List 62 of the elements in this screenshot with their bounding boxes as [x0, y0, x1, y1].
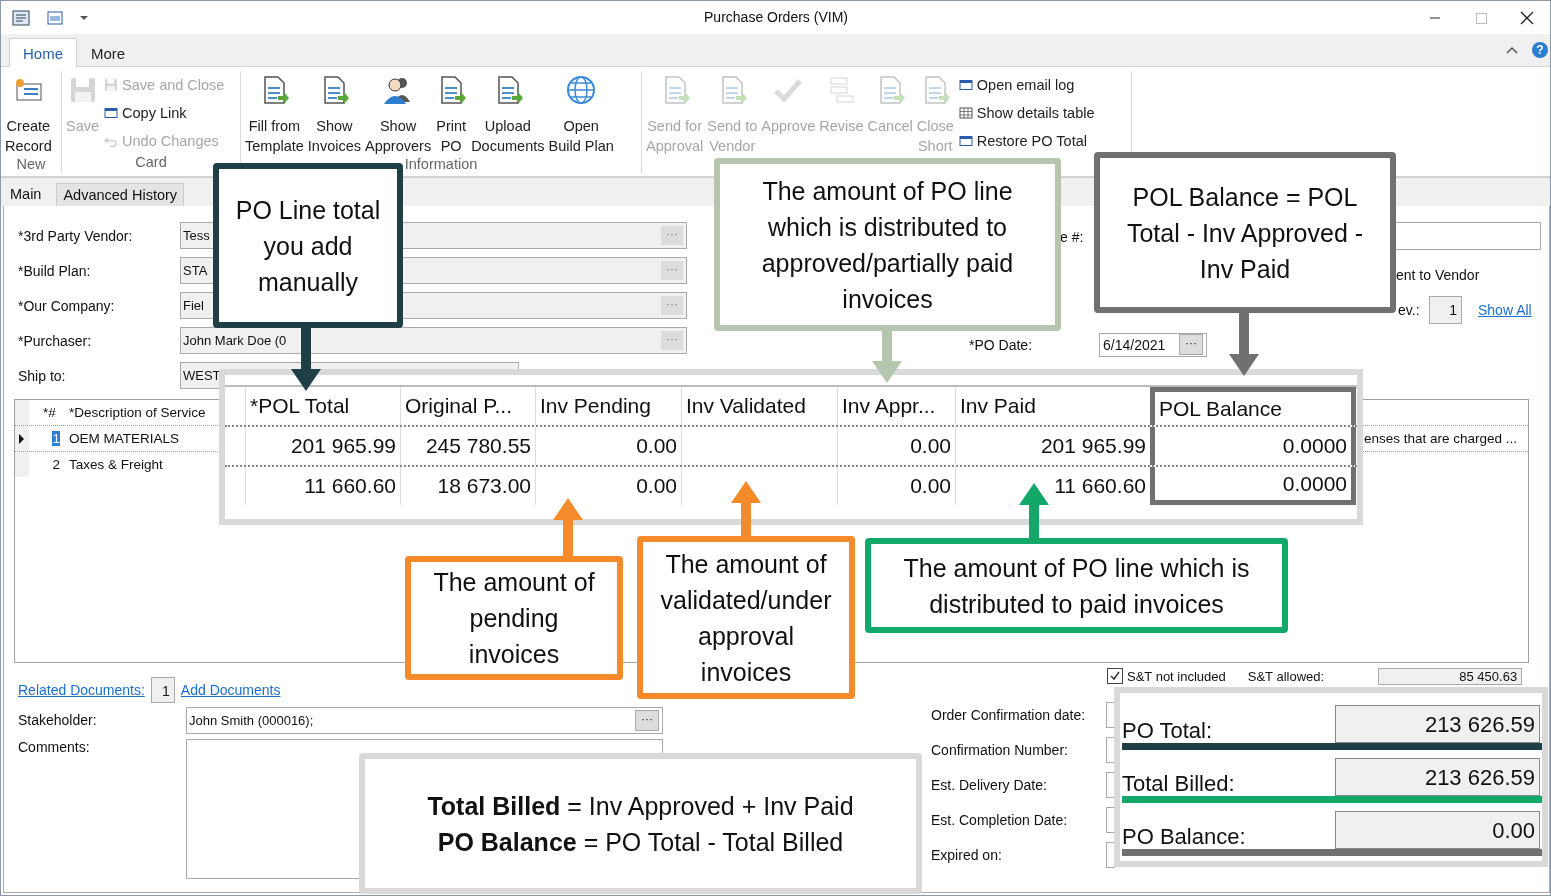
field-label: Est. Completion Date: — [931, 811, 1069, 828]
group-label: New — [15, 156, 47, 174]
field-label: *3rd Party Vendor: — [17, 227, 134, 244]
callout-text: The amount of PO line which is distributed to paid invoices — [902, 552, 1251, 620]
group-label: Information — [403, 156, 479, 174]
total-field: 0.00 — [1335, 811, 1540, 849]
table-cell: 0.00 — [636, 474, 677, 498]
column-header: Inv Appr... — [837, 387, 955, 425]
field-label: *PO Date: — [969, 336, 1033, 353]
column-header: Inv Pending — [535, 387, 681, 425]
column-header: POL Balance — [1150, 387, 1356, 425]
table-cell: 0.0000 — [1282, 471, 1347, 496]
table-cell: 0.0000 — [1282, 434, 1347, 458]
table-cell-text: OEM MATERIALS — [68, 431, 181, 446]
group-label: Card — [134, 154, 168, 172]
total-label: Total Billed: — [1122, 771, 1235, 798]
total-label: PO Balance: — [1122, 824, 1246, 851]
field-label: Stakeholder: — [18, 712, 98, 728]
column-header: Original P... — [400, 387, 535, 425]
column-header: Inv Paid — [955, 387, 1150, 425]
table-cell-text: enses that are charged ... — [1364, 431, 1519, 446]
table-cell: 0.00 — [910, 434, 951, 458]
field-label: Est. Delivery Date: — [931, 776, 1048, 793]
field-label: *Build Plan: — [17, 262, 92, 279]
field-label: Order Confirmation date: — [931, 706, 1087, 723]
table-cell: 201 965.99 — [1040, 434, 1146, 458]
callout-text: The amount of PO line which is distributed to approved/partially paid invoices — [760, 175, 1015, 315]
callout-text: POL Balance = POL Total - Inv Approved - Inv Paid — [1125, 181, 1365, 285]
total-label: PO Total: — [1122, 718, 1213, 745]
amount-field: 85 450.63 — [1378, 667, 1523, 685]
total-field: 213 626.59 — [1335, 705, 1540, 743]
table-cell: 2 — [52, 457, 60, 472]
field-label: e #: — [1060, 229, 1084, 245]
field-label: Expired on: — [931, 846, 1003, 863]
field-label: *Our Company: — [17, 297, 116, 314]
field-label: Confirmation Number: — [931, 741, 1069, 758]
table-cell: 0.00 — [636, 434, 677, 458]
column-header: *# — [42, 405, 57, 420]
column-header: *Description of Service — [68, 405, 207, 420]
table-cell: 11 660.60 — [304, 474, 396, 498]
formula-text: PO Balance = PO Total - Total Billed — [437, 826, 844, 858]
table-cell: 201 965.99 — [290, 434, 396, 458]
total-field: 213 626.59 — [1335, 758, 1540, 796]
checkbox-label: S&T not included — [1127, 668, 1226, 684]
checkbox-label: ent to Vendor — [1396, 266, 1480, 283]
field-label: *Purchaser: — [17, 332, 93, 349]
table-cell: 1 — [52, 431, 60, 446]
table-cell: 0.00 — [910, 474, 951, 498]
table-cell: 18 673.00 — [437, 474, 531, 498]
field-label: Ship to: — [17, 367, 67, 384]
formula-text: Total Billed = Inv Approved + Inv Paid — [427, 790, 854, 822]
table-cell: 11 660.60 — [1054, 474, 1146, 498]
field-label: S&T allowed: — [1247, 668, 1325, 684]
column-header: Inv Validated — [681, 387, 837, 425]
field-label: ev.: — [1398, 301, 1420, 318]
count-field: 1 — [150, 677, 175, 703]
window-title: Purchase Orders (VIM) — [703, 9, 849, 25]
callout-text: The amount of pending invoices — [432, 567, 596, 670]
callout-text: The amount of validated/under approval invoices — [659, 548, 833, 688]
table-cell: 245 780.55 — [425, 434, 531, 458]
table-cell-text: Taxes & Freight — [68, 457, 164, 472]
field-label: Comments: — [18, 739, 91, 755]
